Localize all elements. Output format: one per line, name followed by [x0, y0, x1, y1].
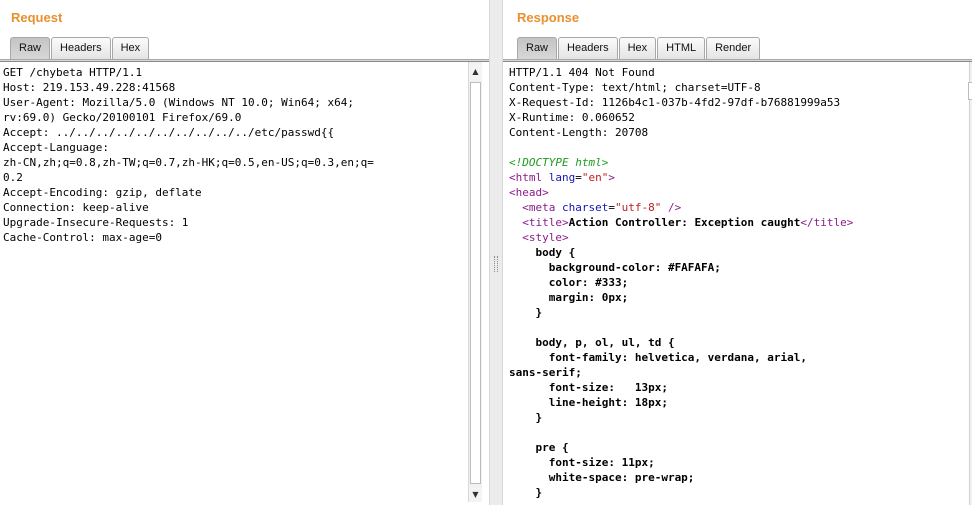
css-line: font-family: helvetica, verdana, arial, [509, 351, 808, 364]
title-text: Action Controller: Exception caught [568, 216, 801, 229]
response-tab-render[interactable]: Render [706, 37, 761, 60]
request-line: Host: 219.153.49.228:41568 [3, 81, 176, 94]
css-line: } [509, 411, 543, 424]
css-line: font-size: 13px; [509, 381, 668, 394]
request-title: Request [11, 10, 63, 25]
response-header-line: Content-Length: 20708 [509, 126, 649, 139]
css-line: color: #333; [509, 276, 629, 289]
css-line: body { [509, 246, 576, 259]
response-editor[interactable]: HTTP/1.1 404 Not Found Content-Type: tex… [503, 62, 969, 505]
request-vertical-scrollbar[interactable]: ▲ ▼ [468, 62, 482, 502]
meta-tag-end: /> [661, 201, 682, 214]
css-line: sans-serif; [509, 366, 582, 379]
request-line: rv:69.0) Gecko/20100101 Firefox/69.0 [3, 111, 242, 124]
response-scroll-thumb[interactable] [968, 82, 972, 100]
request-line: zh-CN,zh;q=0.8,zh-TW;q=0.7,zh-HK;q=0.5,e… [3, 156, 374, 169]
request-tab-headers[interactable]: Headers [51, 37, 111, 60]
css-line: body, p, ol, ul, td { [509, 336, 675, 349]
scroll-up-arrow-icon[interactable]: ▲ [469, 65, 482, 79]
response-header-line: X-Runtime: 0.060652 [509, 111, 635, 124]
lang-value: "en" [581, 171, 609, 184]
request-pane: Request Raw Headers Hex GET /chybeta HTT… [0, 0, 489, 505]
request-line: Accept: ../../../../../../../../../../et… [3, 126, 335, 139]
scroll-down-arrow-icon[interactable]: ▼ [469, 488, 482, 502]
title-open-tag: <title> [522, 216, 569, 229]
request-line: Upgrade-Insecure-Requests: 1 [3, 216, 189, 229]
meta-tag: <meta [522, 201, 556, 214]
css-line [509, 320, 969, 335]
title-line: <title>Action Controller: Exception caug… [509, 215, 969, 230]
css-line: background-color: #FAFAFA; [509, 261, 721, 274]
response-title: Response [517, 10, 580, 25]
response-header-line: HTTP/1.1 404 Not Found [509, 66, 655, 79]
response-tab-raw[interactable]: Raw [517, 37, 558, 60]
request-line: Cache-Control: max-age=0 [3, 231, 162, 244]
css-line: white-space: pre-wrap; [509, 471, 695, 484]
head-open-line: <head> [509, 186, 549, 199]
response-tab-headers[interactable]: Headers [558, 37, 618, 60]
request-tabbar: Raw Headers Hex [10, 37, 150, 60]
style-open-tag: <style> [522, 231, 569, 244]
request-line: GET /chybeta HTTP/1.1 [3, 66, 143, 79]
response-tabbar: Raw Headers Hex HTML Render [517, 37, 761, 60]
css-line: } [509, 306, 543, 319]
splitter-grip-icon[interactable] [494, 256, 498, 272]
css-line: font-size: 11px; [509, 456, 655, 469]
response-tab-html[interactable]: HTML [657, 37, 706, 60]
css-line: pre { [509, 441, 569, 454]
request-tab-hex[interactable]: Hex [111, 37, 150, 60]
request-line: Accept-Language: [3, 141, 109, 154]
html-open-line: <html lang="en"> [509, 171, 615, 184]
lang-attr: lang [548, 171, 576, 184]
charset-value: "utf-8" [614, 201, 662, 214]
meta-line: <meta charset="utf-8" /> [522, 201, 682, 214]
response-pane: Response Raw Headers Hex HTML Render HTT… [503, 0, 972, 505]
css-line: } [509, 486, 543, 499]
css-line: margin: 0px; [509, 291, 629, 304]
style-open-line: <style> [509, 230, 969, 245]
html-tag: <html [509, 171, 543, 184]
response-header-line: Content-Type: text/html; charset=UTF-8 [509, 81, 761, 94]
request-line: 0.2 [3, 171, 23, 184]
request-tab-raw[interactable]: Raw [10, 37, 51, 60]
doctype-line: <!DOCTYPE html> [509, 156, 609, 169]
response-header-line: X-Request-Id: 1126b4c1-037b-4fd2-97df-b7… [509, 96, 841, 109]
request-scroll-thumb[interactable] [470, 82, 481, 484]
css-line: line-height: 18px; [509, 396, 668, 409]
request-line: Connection: keep-alive [3, 201, 149, 214]
html-tag-close-bracket: > [608, 171, 615, 184]
css-line [509, 425, 969, 440]
charset-attr: charset [562, 201, 609, 214]
request-editor[interactable]: GET /chybeta HTTP/1.1 Host: 219.153.49.2… [0, 62, 468, 505]
title-close-tag: </title> [800, 216, 854, 229]
request-line: Accept-Encoding: gzip, deflate [3, 186, 202, 199]
pane-splitter[interactable] [489, 0, 503, 505]
request-line: User-Agent: Mozilla/5.0 (Windows NT 10.0… [3, 96, 354, 109]
response-tab-hex[interactable]: Hex [618, 37, 657, 60]
